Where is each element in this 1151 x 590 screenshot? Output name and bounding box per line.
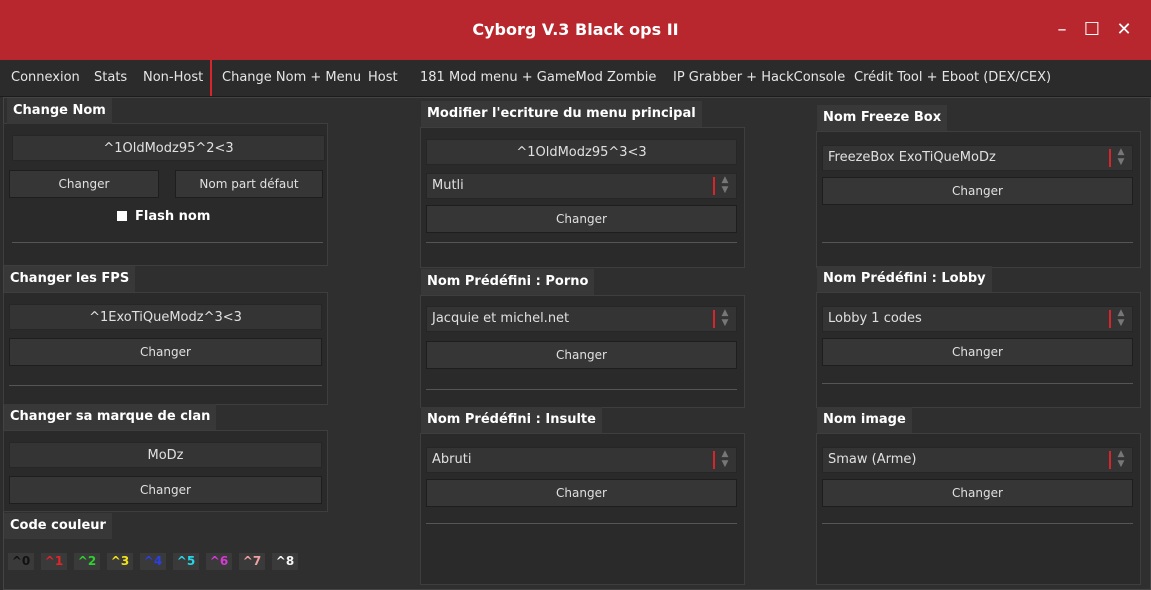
freeze-combo[interactable]: FreezeBox ExoTiQueMoDz ▲ ▼	[822, 145, 1133, 171]
porno-label: Nom Prédéfini : Porno	[421, 269, 595, 295]
color-swatch[interactable]: ^1	[41, 553, 67, 570]
lobby-label: Nom Prédéfini : Lobby	[817, 266, 992, 292]
spinner-icon[interactable]: ▲ ▼	[1113, 308, 1129, 330]
color-swatch[interactable]: ^0	[8, 553, 34, 570]
separator	[426, 242, 737, 243]
image-label: Nom image	[817, 407, 912, 433]
porno-change-button[interactable]: Changer	[426, 341, 737, 369]
menu-principal-label: Modifier l'ecriture du menu principal	[421, 101, 702, 127]
tab-credit-tool[interactable]: Crédit Tool + Eboot (DEX/CEX)	[854, 60, 1051, 96]
color-swatch[interactable]: ^7	[239, 553, 265, 570]
combo-divider	[1109, 149, 1111, 167]
combo-value: Mutli	[432, 178, 464, 193]
default-name-button[interactable]: Nom part défaut	[175, 170, 323, 198]
fps-change-button[interactable]: Changer	[9, 338, 322, 366]
code-couleur-label: Code couleur	[4, 513, 112, 539]
color-swatch[interactable]: ^3	[107, 553, 133, 570]
title-bar: Cyborg V.3 Black ops II – ☐ ✕	[0, 0, 1151, 60]
separator	[822, 523, 1133, 524]
spinner-icon[interactable]: ▲ ▼	[1113, 147, 1129, 169]
combo-value: Jacquie et michel.net	[432, 311, 570, 326]
menu-principal-change-button[interactable]: Changer	[426, 205, 737, 233]
image-combo[interactable]: Smaw (Arme) ▲ ▼	[822, 447, 1133, 473]
fps-input[interactable]: ^1ExoTiQueModz^3<3	[9, 304, 322, 330]
freeze-label: Nom Freeze Box	[817, 105, 948, 131]
combo-value: Smaw (Arme)	[828, 452, 917, 467]
flash-nom-checkbox[interactable]: Flash nom	[117, 209, 210, 224]
lobby-change-button[interactable]: Changer	[822, 338, 1133, 366]
tab-stats[interactable]: Stats	[94, 60, 127, 96]
color-swatch[interactable]: ^6	[206, 553, 232, 570]
menu-principal-input[interactable]: ^1OldModz95^3<3	[426, 139, 737, 165]
spinner-icon[interactable]: ▲ ▼	[717, 308, 733, 330]
insulte-label: Nom Prédéfini : Insulte	[421, 407, 602, 433]
separator	[822, 383, 1133, 384]
checkbox-icon	[117, 211, 127, 221]
combo-divider	[713, 310, 715, 328]
minimize-icon[interactable]: –	[1047, 16, 1077, 44]
color-swatch[interactable]: ^5	[173, 553, 199, 570]
color-swatch[interactable]: ^2	[74, 553, 100, 570]
clan-change-button[interactable]: Changer	[9, 476, 322, 504]
insulte-combo[interactable]: Abruti ▲ ▼	[426, 447, 737, 473]
close-icon[interactable]: ✕	[1109, 16, 1139, 44]
tab-change-nom-menu[interactable]: Change Nom + Menu	[210, 60, 361, 96]
tab-non-host[interactable]: Non-Host	[143, 60, 203, 96]
flash-nom-label: Flash nom	[135, 209, 211, 224]
window-title: Cyborg V.3 Black ops II	[472, 20, 679, 39]
separator	[426, 389, 737, 390]
tab-mod-menu[interactable]: 181 Mod menu + GameMod	[420, 60, 603, 96]
clan-label: Changer sa marque de clan	[4, 404, 217, 430]
spinner-icon[interactable]: ▲ ▼	[717, 449, 733, 471]
tab-ip-grabber[interactable]: IP Grabber + HackConsole	[673, 60, 845, 96]
lobby-combo[interactable]: Lobby 1 codes ▲ ▼	[822, 306, 1133, 332]
change-nom-input[interactable]: ^1OldModz95^2<3	[12, 135, 325, 161]
separator	[426, 523, 737, 524]
combo-divider	[1109, 451, 1111, 469]
color-swatch[interactable]: ^8	[272, 553, 298, 570]
combo-value: Lobby 1 codes	[828, 311, 922, 326]
fps-label: Changer les FPS	[4, 266, 136, 292]
change-nom-button[interactable]: Changer	[9, 170, 159, 198]
change-nom-label: Change Nom	[7, 98, 112, 124]
separator	[12, 242, 323, 243]
combo-divider	[1109, 310, 1111, 328]
image-change-button[interactable]: Changer	[822, 479, 1133, 507]
spinner-icon[interactable]: ▲ ▼	[1113, 449, 1129, 471]
separator	[9, 385, 322, 386]
insulte-change-button[interactable]: Changer	[426, 479, 737, 507]
color-swatch[interactable]: ^4	[140, 553, 166, 570]
maximize-icon[interactable]: ☐	[1077, 16, 1107, 44]
combo-value: Abruti	[432, 452, 472, 467]
separator	[822, 242, 1133, 243]
tab-connexion[interactable]: Connexion	[11, 60, 80, 96]
clan-input[interactable]: MoDz	[9, 442, 322, 468]
porno-combo[interactable]: Jacquie et michel.net ▲ ▼	[426, 306, 737, 332]
tab-bar: Connexion Stats Non-Host Change Nom + Me…	[0, 60, 1151, 97]
tab-host[interactable]: Host	[368, 60, 398, 96]
freeze-change-button[interactable]: Changer	[822, 177, 1133, 205]
combo-divider	[713, 451, 715, 469]
menu-principal-combo[interactable]: Mutli ▲ ▼	[426, 173, 737, 199]
tab-zombie[interactable]: Zombie	[607, 60, 656, 96]
combo-value: FreezeBox ExoTiQueMoDz	[828, 150, 996, 165]
spinner-icon[interactable]: ▲ ▼	[717, 175, 733, 197]
combo-divider	[713, 177, 715, 195]
